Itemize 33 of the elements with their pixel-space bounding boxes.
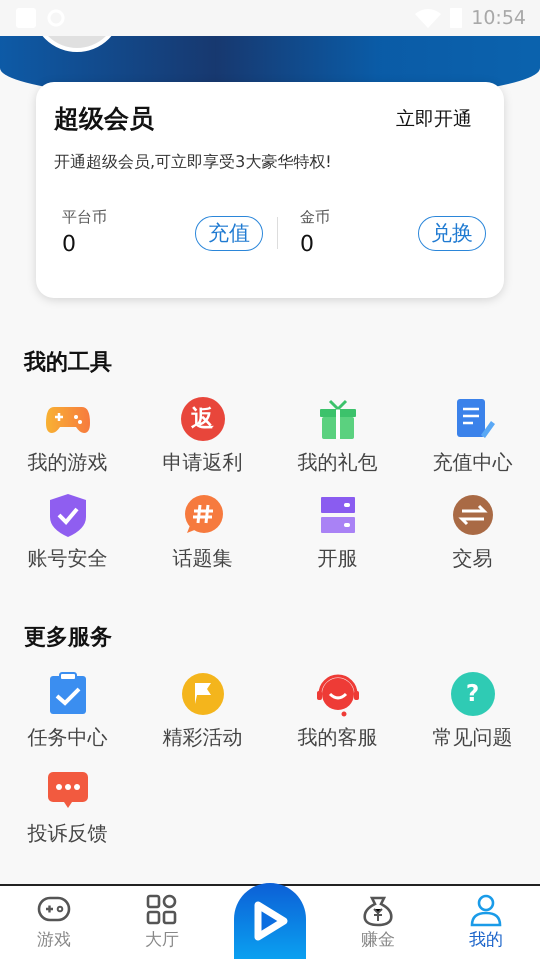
menu-item[interactable]: 账号安全 [0, 491, 135, 573]
nav-tab[interactable]: 赚金 [324, 886, 432, 960]
menu-item[interactable]: 话题集 [135, 491, 270, 573]
help-icon: ? [450, 672, 494, 716]
balance-value: 0 [300, 231, 315, 259]
menu-item[interactable]: 返 申请返利 [135, 395, 270, 477]
recharge-button[interactable]: 充值 [195, 216, 263, 251]
menu-item[interactable]: ? 常见问题 [405, 670, 540, 752]
menu-item[interactable]: 任务中心 [0, 670, 135, 752]
menu-item[interactable]: 充值中心 [405, 395, 540, 477]
section-title: 我的工具 [22, 349, 113, 377]
nav-tab[interactable]: 我的 [432, 886, 540, 960]
menu-item[interactable]: 投诉反馈 [0, 766, 135, 848]
balance-label: 金币 [300, 206, 330, 228]
activate-link[interactable]: 立即开通 [396, 104, 486, 133]
rebate-icon: 返 [180, 397, 224, 441]
menu-item[interactable]: 开服 [270, 491, 405, 573]
menu-item[interactable]: 我的客服 [270, 670, 405, 752]
nav-tab[interactable]: 大厅 [108, 886, 216, 960]
balance-value: 0 [62, 231, 77, 259]
section-title: 更多服务 [23, 624, 113, 652]
clock-time: 10:54 [471, 6, 526, 31]
menu-item[interactable]: 精彩活动 [135, 670, 270, 752]
menu-item[interactable]: 我的礼包 [270, 395, 405, 477]
card-description: 开通超级会员,可立即享受3大豪华特权! [54, 150, 333, 172]
menu-item[interactable]: 我的游戏 [0, 395, 135, 477]
person-icon [468, 892, 504, 928]
nav-tab[interactable]: 游戏 [0, 886, 108, 960]
play-button[interactable] [234, 883, 306, 959]
balance-label: 平台币 [62, 206, 107, 228]
card-title: 超级会员 [54, 103, 154, 135]
exchange-button[interactable]: 兑换 [418, 216, 486, 251]
menu-item[interactable]: 交易 [405, 491, 540, 573]
